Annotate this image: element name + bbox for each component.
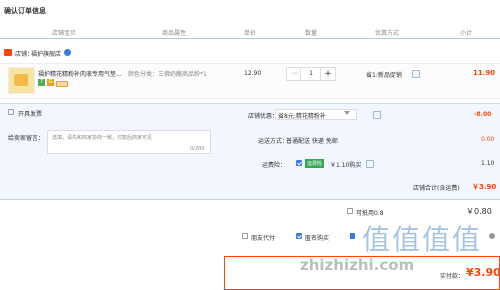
invoice-checkbox[interactable] — [8, 109, 14, 115]
watermark-logo: 值值值值 — [362, 223, 483, 256]
message-label: 给卖家留言： — [8, 135, 45, 142]
final-label: 实付款： — [440, 273, 465, 280]
insurance-badge: 运费险 — [305, 159, 325, 168]
col-subtotal: 小计 — [460, 30, 473, 37]
shipping-label: 运送方式： — [258, 138, 289, 145]
help-icon[interactable] — [350, 233, 355, 239]
anonymous-checkbox[interactable] — [296, 233, 302, 239]
coupon-label: 可抵用0.8 — [356, 210, 384, 217]
header-divider — [0, 38, 500, 39]
page-title: 确认订单信息 — [4, 7, 46, 15]
insurance-checkbox[interactable] — [296, 160, 302, 166]
chat-icon[interactable] — [373, 111, 381, 119]
decrease-button[interactable]: − — [290, 67, 300, 81]
anonymous-label: 匿名购买 — [305, 235, 330, 242]
info-icon[interactable] — [489, 233, 495, 239]
shipping-value: 普通配送 快递 免邮 — [286, 138, 338, 145]
coupon-amount: ￥0.80 — [466, 207, 492, 216]
insurance-value: ￥1.10购买 — [330, 162, 362, 169]
panel-divider — [0, 199, 500, 200]
chevron-down-icon — [344, 111, 350, 115]
shop-discount-amount: -8.00 — [474, 111, 492, 118]
col-item: 店铺宝贝 — [52, 30, 77, 37]
wangwang-icon[interactable] — [64, 49, 71, 56]
watermark-domain: zhizhizhi.com — [300, 256, 415, 274]
message-placeholder: 选填，请先和商家协商一致，付款后商家可见 — [52, 135, 153, 141]
col-props: 商品属性 — [162, 30, 187, 37]
badge-guarantee: G — [47, 79, 54, 86]
col-price: 单价 — [244, 30, 257, 37]
badge-seven-day: 7 — [38, 79, 45, 86]
shop-discount-label: 店铺优惠： — [248, 113, 279, 120]
card-icon — [56, 81, 68, 87]
shop-discount-value: 省8元:精花精粉补 — [278, 113, 326, 120]
item-price: 12.90 — [244, 70, 262, 77]
info-icon[interactable] — [366, 160, 374, 168]
chat-icon[interactable] — [412, 70, 420, 78]
table-header: 店铺宝贝 商品属性 单价 数量 优惠方式 小计 — [0, 26, 500, 37]
item-props: 颜色分类：三佛奶酪商品粉*1 — [128, 71, 207, 78]
increase-button[interactable]: + — [322, 67, 334, 81]
insurance-amount: 1.10 — [481, 160, 495, 167]
page: { "page_title": "确认订单信息", "columns": ["店… — [0, 0, 500, 290]
final-amount: ¥3.90 — [466, 266, 500, 279]
shop-name[interactable]: 福护旗舰店 — [31, 49, 61, 58]
item-discount: 省1:新品促销 — [366, 72, 402, 79]
friend-pay-label: 朋友代付 — [251, 235, 276, 242]
stepper-divider — [300, 67, 301, 81]
col-qty: 数量 — [305, 30, 318, 37]
coupon-checkbox[interactable] — [347, 208, 353, 214]
stepper-divider — [320, 67, 321, 81]
friend-pay-checkbox[interactable] — [242, 233, 248, 239]
shop-icon — [4, 49, 12, 56]
item-title[interactable]: 福护精花精粉补肉液专用气垫... — [38, 69, 123, 78]
item-thumbnail[interactable] — [8, 67, 35, 94]
quantity-input[interactable]: 1 — [302, 67, 320, 81]
insurance-label: 运费险： — [262, 162, 287, 169]
shop-total-amount: ￥3.90 — [472, 183, 497, 191]
col-discount: 优惠方式 — [375, 30, 400, 37]
shipping-amount: 0.00 — [481, 136, 495, 143]
shop-total-label: 店铺合计(含运费) — [413, 185, 460, 192]
message-char-count: 0/200 — [190, 146, 205, 152]
item-subtotal: 11.90 — [473, 69, 496, 77]
invoice-label: 开具发票 — [18, 111, 43, 118]
